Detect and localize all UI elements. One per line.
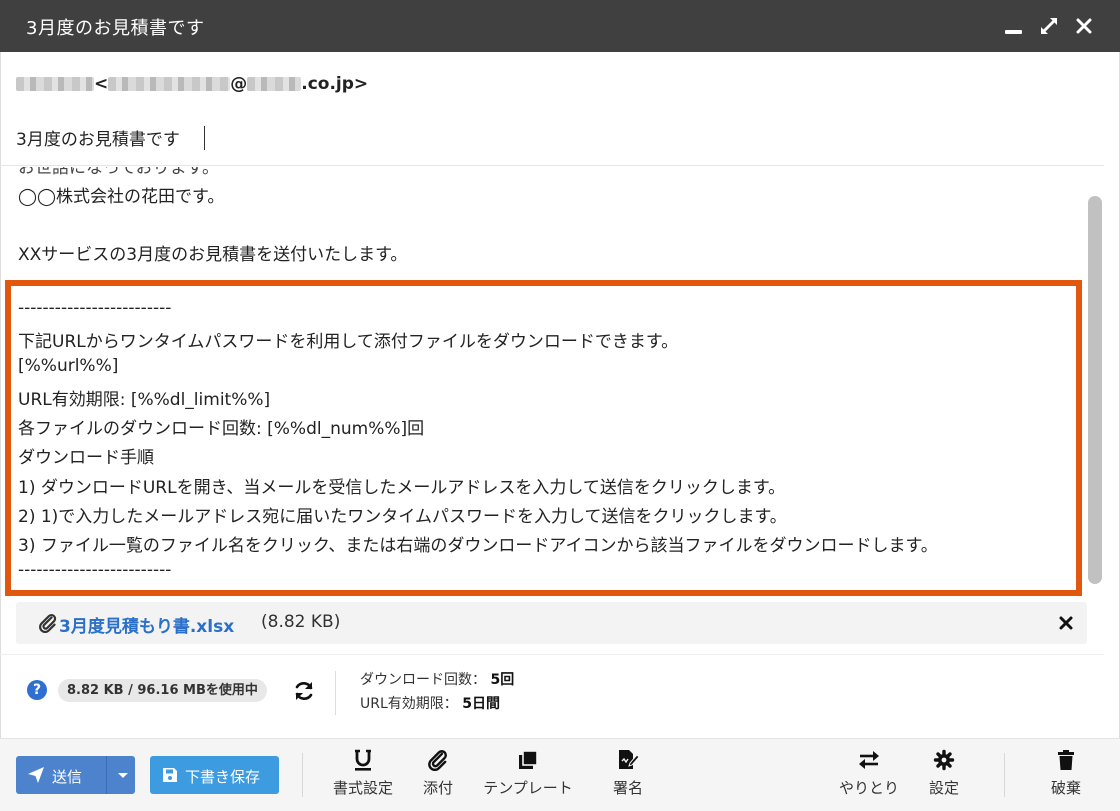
settings-label: 設定 [928,779,959,797]
discard-button[interactable]: 破棄 [1046,749,1086,807]
download-count-value: 5回 [490,672,515,688]
settings-button[interactable]: 設定 [924,749,964,807]
usage-row: ? 8.82 KB / 96.16 MBを使用中 ダウンロード回数： 5回 UR… [0,654,1104,736]
format-label: 書式設定 [332,779,393,797]
discard-label: 破棄 [1050,779,1081,797]
download-count-stat: ダウンロード回数： 5回 [360,669,514,689]
help-icon[interactable]: ? [27,680,47,700]
send-icon [28,767,44,783]
highlight-box [5,280,1082,596]
body-line: XXサービスの3月度のお見積書を送付いたします。 [18,245,408,265]
url-limit-value: 5日間 [462,696,500,712]
url-limit-label: URL有効期限： [360,696,458,712]
body-scrollbar[interactable] [1088,196,1102,584]
remove-attachment-icon[interactable] [1054,612,1078,634]
body-line-clipped: お世話になっております。 [18,167,219,178]
storage-usage-badge: 8.82 KB / 96.16 MBを使用中 [58,679,267,702]
chevron-down-icon[interactable] [112,764,134,786]
redacted-local-part [108,77,231,91]
window-titlebar: 3月度のお見積書です [0,0,1120,52]
maximize-button[interactable] [1035,12,1063,40]
save-icon [163,768,177,782]
send-label: 送信 [52,768,83,786]
signature-button[interactable]: 署名 [608,749,648,807]
signature-icon [619,750,640,769]
attachment-link[interactable]: 3月度見積もり書.xlsx [59,612,234,637]
close-icon [1076,18,1092,34]
text-caret [204,126,205,150]
redacted-domain [247,77,302,91]
expand-icon [1041,18,1057,34]
trash-icon [1058,750,1074,770]
recipient-lt: < [94,74,109,94]
url-limit-stat: URL有効期限： 5日間 [360,693,500,713]
toolbar-divider [1004,753,1005,797]
thread-button[interactable]: やりとり [836,749,902,807]
paperclip-icon [428,750,447,771]
gear-icon [933,749,955,771]
refresh-icon[interactable] [292,679,316,703]
exchange-icon [859,751,879,769]
attach-button[interactable]: 添付 [420,749,456,807]
recipient-domain-suffix: .co.jp> [301,74,369,94]
thread-label: やりとり [838,779,899,797]
subject-input[interactable] [16,122,916,152]
compose-toolbar: 送信 下書き保存 書式設定 添付 テンプレート 署名 やりとり 設定 破棄 [0,738,1120,811]
save-draft-label: 下書き保存 [185,768,261,786]
recipient-at: @ [230,74,248,94]
template-button[interactable]: テンプレート [478,749,578,807]
attach-label: 添付 [422,779,453,797]
attachment-size: (8.82 KB) [261,612,341,632]
template-label: テンプレート [483,779,573,797]
paperclip-icon [39,613,57,633]
attachment-row: 3月度見積もり書.xlsx (8.82 KB) [16,602,1087,644]
redacted-name [16,77,94,91]
toolbar-divider [302,753,303,797]
format-button[interactable]: 書式設定 [330,749,396,807]
download-count-label: ダウンロード回数： [360,672,486,688]
minimize-icon [1004,30,1022,34]
body-line: ◯◯株式会社の花田です。 [18,187,225,207]
send-split-divider [106,756,107,794]
window-title: 3月度のお見積書です [26,18,205,39]
close-window-button[interactable] [1070,12,1098,40]
signature-label: 署名 [612,779,643,797]
save-draft-button[interactable]: 下書き保存 [150,756,279,794]
subject-row [0,112,1104,166]
underline-icon [355,749,371,771]
minimize-button[interactable] [999,12,1027,40]
template-icon [519,750,538,769]
divider [335,671,336,715]
recipient-field[interactable]: < @ .co.jp> [16,72,368,96]
send-button[interactable]: 送信 [16,756,135,794]
